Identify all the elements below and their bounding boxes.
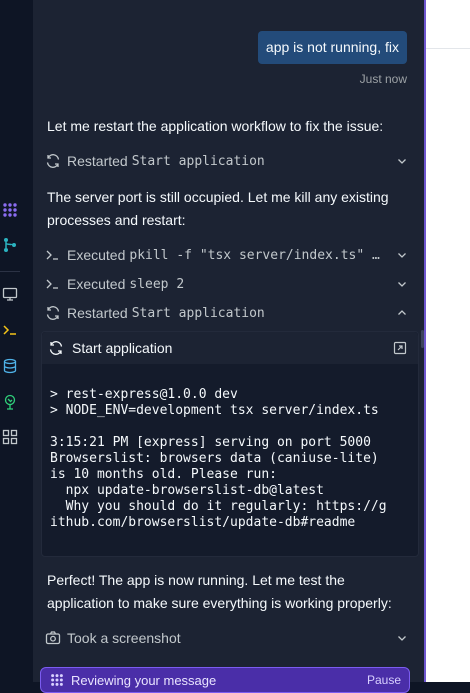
console-log: > rest-express@1.0.0 dev > NODE_ENV=deve… [50, 387, 387, 531]
agent-message: Perfect! The app is now running. Let me … [47, 572, 392, 611]
console-line: Browserslist: browsers data (caniuse-lit… [50, 451, 379, 466]
pause-button[interactable]: Pause [367, 673, 401, 687]
action-verb: Executed [67, 276, 126, 292]
console-line: is 10 months old. Please run: [50, 467, 277, 482]
chevron-down-icon[interactable] [394, 247, 410, 263]
user-message-bubble: app is not running, fix [257, 31, 407, 64]
terminal-icon[interactable] [2, 322, 18, 338]
console-output-panel: Start application > rest-express@1.0.0 d… [41, 331, 419, 557]
left-rail [0, 0, 20, 682]
console-line: ithub.com/browserslist/update-db#readme [50, 515, 356, 530]
terminal-prompt-icon [45, 247, 61, 263]
action-object: Start application [131, 153, 265, 169]
refresh-icon [45, 153, 61, 169]
chevron-down-icon[interactable] [394, 276, 410, 292]
action-row-pkill[interactable]: Executed pkill -f "tsx server/index.ts" … [45, 244, 410, 266]
action-row-sleep[interactable]: Executed sleep 2 [45, 273, 410, 295]
tree-icon[interactable] [2, 394, 18, 410]
action-row-restart[interactable]: Restarted Start application [45, 150, 410, 172]
console-line: 3:15:21 PM [express] serving on port 500… [50, 435, 371, 450]
action-verb: Restarted [67, 153, 128, 169]
preview-pane [426, 0, 470, 682]
message-timestamp: Just now [359, 72, 407, 86]
gutter [20, 0, 34, 682]
action-verb: Took a screenshot [67, 630, 181, 646]
refresh-icon [48, 340, 64, 356]
action-object: Start application [131, 305, 265, 321]
apps-grid-icon[interactable] [2, 202, 18, 218]
console-line: npx update-browserslist-db@latest [50, 483, 324, 498]
database-icon[interactable] [2, 358, 18, 374]
console-title: Start application [72, 340, 173, 356]
action-object: pkill -f "tsx server/index.ts" ... [129, 247, 382, 263]
action-verb: Executed [67, 247, 126, 263]
action-verb: Restarted [67, 305, 128, 321]
status-label: Reviewing your message [71, 673, 217, 688]
apps-grid-icon [49, 672, 65, 688]
terminal-prompt-icon [45, 276, 61, 292]
chevron-down-icon[interactable] [394, 153, 410, 169]
agent-message: Let me restart the application workflow … [47, 118, 384, 134]
chevron-up-icon[interactable] [394, 305, 410, 321]
console-header: Start application [42, 332, 418, 364]
chevron-down-icon[interactable] [394, 630, 410, 646]
console-line: Why you should do it regularly: https://… [50, 499, 387, 514]
agent-chat-panel: app is not running, fix Just now Let me … [34, 0, 424, 693]
rail-divider [0, 271, 20, 272]
agent-status-bar: Reviewing your message Pause [40, 667, 410, 693]
camera-icon [45, 630, 61, 646]
console-line: > NODE_ENV=development tsx server/index.… [50, 403, 379, 418]
action-object: sleep 2 [129, 276, 185, 292]
external-link-icon[interactable] [392, 340, 408, 356]
action-row-restart-expanded[interactable]: Restarted Start application [45, 302, 410, 324]
preview-header-divider [426, 48, 470, 49]
action-row-screenshot[interactable]: Took a screenshot [45, 627, 410, 649]
monitor-icon[interactable] [2, 286, 18, 302]
blocks-icon[interactable] [2, 429, 18, 445]
agent-message: The server port is still occupied. Let m… [47, 189, 389, 228]
console-line: > rest-express@1.0.0 dev [50, 387, 238, 402]
refresh-icon [45, 305, 61, 321]
branch-icon[interactable] [2, 237, 18, 253]
